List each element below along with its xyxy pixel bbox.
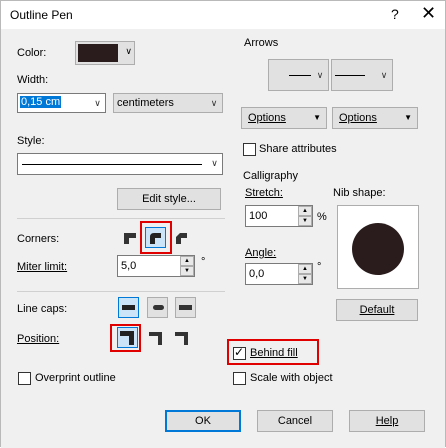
scale-with-object-label: Scale with object (250, 372, 333, 384)
width-value: 0,15 cm (20, 96, 62, 108)
width-combo[interactable]: 0,15 cm ∨ (17, 93, 106, 113)
spin-up-icon[interactable]: ▲ (298, 264, 312, 274)
arrow-options-left-label: Options (248, 112, 286, 124)
cap-square-icon (179, 305, 192, 310)
help-label: Help (375, 415, 399, 427)
cancel-button[interactable]: Cancel (257, 410, 333, 432)
nib-shape-label: Nib shape: (333, 187, 386, 199)
color-swatch (78, 44, 118, 62)
divider (17, 291, 225, 292)
cap-butt-button[interactable] (118, 297, 139, 318)
position-center-icon (149, 332, 162, 345)
close-icon[interactable]: ✕ (421, 3, 436, 24)
chevron-down-icon: ∨ (210, 98, 218, 108)
style-line-preview (22, 164, 202, 165)
cap-square-button[interactable] (175, 297, 196, 318)
arrow-line-preview (289, 75, 311, 76)
line-caps-label: Line caps: (17, 303, 68, 315)
nib-shape-preview[interactable] (337, 205, 419, 289)
miter-label: Miter limit: (17, 261, 68, 273)
edit-style-button[interactable]: Edit style... (117, 188, 221, 210)
style-label: Style: (17, 135, 45, 147)
position-inside-button[interactable] (171, 327, 192, 348)
divider (17, 218, 225, 219)
cap-round-icon (153, 305, 164, 310)
chevron-down-icon: ∨ (89, 94, 105, 112)
spin-down-icon[interactable]: ▼ (180, 266, 194, 276)
end-arrow-select[interactable]: ∨ (331, 59, 393, 91)
cap-butt-icon (122, 305, 135, 310)
arrows-label: Arrows (244, 37, 279, 49)
position-center-button[interactable] (145, 327, 166, 348)
dialog-body: Color: ∨ Width: 0,15 cm ∨ centimeters ∨ … (1, 29, 445, 448)
position-inside-icon (175, 332, 188, 345)
corner-miter-button[interactable] (119, 227, 140, 248)
corners-label: Corners: (17, 233, 60, 245)
cap-round-button[interactable] (147, 297, 168, 318)
dropdown-triangle-icon: ▼ (313, 113, 321, 122)
angle-label: Angle: (245, 247, 277, 259)
arrow-line-preview (335, 75, 365, 76)
title-bar: Outline Pen ? ✕ (1, 1, 445, 29)
help-button[interactable]: Help (349, 410, 425, 432)
default-label: Default (359, 304, 395, 316)
miter-limit-spinner[interactable]: 5,0 ▲ ▼ (117, 255, 195, 277)
chevron-down-icon: ∨ (206, 154, 222, 174)
stretch-label: Stretch: (245, 187, 283, 199)
stretch-unit: % (317, 211, 327, 223)
corner-bevel-icon (176, 233, 187, 244)
ok-button[interactable]: OK (165, 410, 241, 432)
corner-highlight (140, 221, 172, 254)
help-icon[interactable]: ? (391, 6, 399, 22)
chevron-down-icon: ∨ (316, 70, 324, 80)
window-title: Outline Pen (10, 8, 73, 22)
color-label: Color: (17, 47, 47, 59)
spin-down-icon[interactable]: ▼ (298, 216, 312, 226)
width-units-select[interactable]: centimeters ∨ (113, 93, 223, 113)
color-picker-button[interactable]: ∨ (75, 41, 135, 65)
share-attributes-label: Share attributes (259, 143, 337, 155)
width-label: Width: (17, 74, 49, 86)
position-highlight (110, 324, 141, 352)
overprint-checkbox[interactable] (18, 372, 31, 385)
dropdown-triangle-icon: ▼ (404, 113, 412, 122)
behind-fill-highlight (227, 339, 319, 365)
scale-with-object-checkbox[interactable] (233, 372, 246, 385)
spin-down-icon[interactable]: ▼ (298, 274, 312, 284)
calligraphy-label: Calligraphy (243, 170, 299, 182)
arrow-options-right-label: Options (339, 112, 377, 124)
nib-circle-icon (352, 223, 404, 275)
style-select[interactable]: ∨ (17, 153, 223, 175)
outline-pen-dialog: Outline Pen ? ✕ Color: ∨ Width: 0,15 cm … (0, 0, 446, 448)
angle-value: 0,0 (249, 268, 265, 280)
stretch-value: 100 (249, 210, 268, 222)
spin-up-icon[interactable]: ▲ (180, 256, 194, 266)
start-arrow-select[interactable]: ∨ (268, 59, 329, 91)
arrow-options-right-button[interactable]: Options ▼ (332, 107, 418, 129)
share-attributes-checkbox[interactable] (243, 143, 256, 156)
corner-miter-icon (124, 233, 136, 244)
position-label: Position: (17, 333, 60, 345)
width-units-value: centimeters (117, 97, 174, 109)
stretch-spinner[interactable]: 100 ▲ ▼ (245, 205, 313, 227)
chevron-down-icon: ∨ (380, 70, 388, 80)
overprint-label: Overprint outline (35, 372, 116, 384)
angle-spinner[interactable]: 0,0 ▲ ▼ (245, 263, 313, 285)
miter-value: 5,0 (121, 260, 137, 272)
corner-bevel-button[interactable] (171, 227, 192, 248)
angle-unit: ° (317, 261, 322, 273)
chevron-down-icon: ∨ (125, 46, 132, 56)
spin-up-icon[interactable]: ▲ (298, 206, 312, 216)
arrow-options-left-button[interactable]: Options ▼ (241, 107, 327, 129)
default-button[interactable]: Default (336, 299, 418, 321)
miter-unit: ° (201, 256, 206, 268)
